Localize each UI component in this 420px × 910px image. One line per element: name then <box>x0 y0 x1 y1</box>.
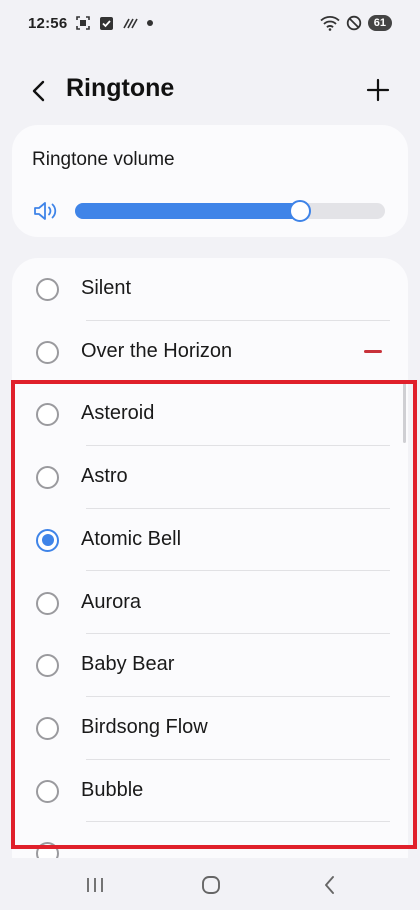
radio-button[interactable] <box>36 466 59 490</box>
chevron-left-icon <box>32 80 45 102</box>
recents-button[interactable] <box>81 874 109 896</box>
signal-lines-icon <box>122 16 139 30</box>
ringtone-item[interactable] <box>12 822 408 858</box>
back-button[interactable] <box>24 76 54 106</box>
add-ringtone-button[interactable] <box>362 74 394 106</box>
home-button[interactable] <box>197 874 225 896</box>
header: Ringtone <box>0 66 420 116</box>
volume-slider-thumb[interactable] <box>288 200 311 222</box>
ringtone-list: Silent Over the Horizon Asteroid Astro Atomi… <box>12 258 408 858</box>
radio-button[interactable] <box>36 403 59 427</box>
status-time: 12:56 <box>28 14 68 32</box>
radio-button[interactable] <box>36 654 59 678</box>
ringtone-item[interactable]: Silent <box>12 258 408 321</box>
dot-icon <box>146 19 154 27</box>
ringtone-item[interactable]: Birdsong Flow <box>12 697 408 760</box>
volume-title: Ringtone volume <box>32 149 175 170</box>
radio-button[interactable] <box>36 842 59 858</box>
volume-slider[interactable] <box>75 200 385 222</box>
ringtone-item[interactable]: Aurora <box>12 572 408 635</box>
radio-button[interactable] <box>36 779 59 803</box>
radio-button[interactable] <box>36 340 59 364</box>
status-right: 61 <box>320 15 392 31</box>
home-icon <box>202 876 220 894</box>
radio-button[interactable] <box>36 278 59 301</box>
ringtone-item[interactable]: Baby Bear <box>12 634 408 697</box>
ringtone-item[interactable]: Atomic Bell <box>12 509 408 572</box>
ringtone-item[interactable]: Bubble <box>12 760 408 823</box>
radio-button[interactable] <box>36 716 59 740</box>
radio-button[interactable] <box>36 528 59 552</box>
ringtone-label: Asteroid <box>81 402 155 425</box>
ringtone-label: Baby Bear <box>81 653 175 676</box>
ringtone-label: Atomic Bell <box>81 527 182 550</box>
battery-indicator: 61 <box>367 15 392 31</box>
delete-ringtone-button[interactable] <box>364 349 382 353</box>
back-icon <box>325 876 334 894</box>
do-not-disturb-icon <box>346 15 362 31</box>
volume-slider-fill <box>75 203 300 219</box>
ringtone-label: Over the Horizon <box>81 339 233 362</box>
status-bar: 12:56 61 <box>0 0 420 46</box>
status-left: 12:56 <box>28 15 154 32</box>
page-title: Ringtone <box>66 74 175 102</box>
ringtone-label: Silent <box>81 277 132 299</box>
check-box-icon <box>99 16 114 31</box>
ringtone-item[interactable]: Asteroid <box>12 383 408 447</box>
plus-icon <box>366 78 390 102</box>
ringtone-label: Bubble <box>81 778 144 801</box>
ringtone-label: Birdsong Flow <box>81 715 208 738</box>
radio-button[interactable] <box>36 591 59 615</box>
volume-card: Ringtone volume <box>12 125 408 237</box>
navigation-bar <box>0 858 420 910</box>
screenshot-icon <box>75 15 91 31</box>
ringtone-label: Astro <box>81 465 128 488</box>
wifi-icon <box>320 15 340 31</box>
ringtone-item[interactable]: Over the Horizon <box>12 321 408 384</box>
ringtone-label: Aurora <box>81 590 142 613</box>
ringtone-item[interactable]: Astro <box>12 446 408 509</box>
speaker-icon[interactable] <box>33 200 59 222</box>
nav-back-button[interactable] <box>316 874 344 896</box>
recents-icon <box>87 878 103 892</box>
